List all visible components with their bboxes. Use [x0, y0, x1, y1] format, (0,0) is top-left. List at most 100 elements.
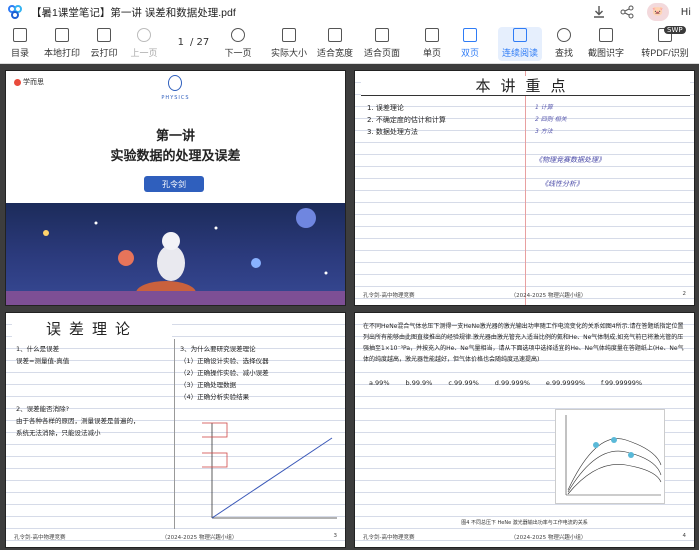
text-line: （3）正确处理数据	[180, 381, 237, 389]
toolbar-prev-page-button[interactable]: 上一页	[122, 28, 166, 59]
pdf-page-2: 本讲重点 1. 误差理论 2. 不确定度的估计和计算 3. 数据处理方法 1 计…	[354, 70, 695, 306]
physics-icon	[168, 75, 182, 91]
power-current-figure	[555, 409, 665, 504]
toolbar-label: 上一页	[130, 48, 158, 58]
footer-mid: （2024-2025 物理兴趣小组）	[510, 293, 587, 299]
toolbar-toc-button[interactable]: 目录	[0, 28, 42, 59]
toolbar-cloud-print-button[interactable]: 云打印	[82, 28, 126, 59]
page-footer: 孔令剑-高中物理竞赛 （2024-2025 物理兴趣小组） 4	[363, 533, 686, 541]
cloud-print-icon	[97, 28, 111, 42]
option: f.99.99999%	[601, 379, 643, 387]
option: e.99.9999%	[545, 379, 586, 387]
text-line: 2、误差能否消除?	[16, 405, 70, 413]
greeting-text: Hi	[680, 6, 691, 18]
brand-logo-icon	[14, 78, 21, 86]
option: b.99.9%	[405, 379, 433, 387]
pdf-page-1: 学而思 PHYSICS 第一讲 实验数据的处理及误差 孔令剑	[5, 70, 346, 306]
toolbar-label: 下一页	[224, 48, 252, 58]
text-line: （2）正确操作实验、减小误差	[180, 369, 269, 377]
topic-item: 2. 不确定度的估计和计算	[367, 116, 446, 124]
column-divider	[174, 339, 175, 529]
user-avatar[interactable]: 🐷	[646, 3, 669, 21]
footer-left: 孔令剑-高中物理竞赛	[14, 535, 66, 541]
toolbar-label: 查找	[554, 48, 573, 58]
right-column: 3、为什么要研究误差理论 （1）正确设计实验、选择仪器 （2）正确操作实验、减小…	[180, 343, 269, 403]
toolbar-next-page-button[interactable]: 下一页	[216, 28, 260, 59]
toolbar-actual-size-button[interactable]: 实际大小	[267, 28, 311, 59]
toolbar-label: 截图识字	[587, 48, 624, 58]
toolbar-fit-width-button[interactable]: 适合宽度	[313, 28, 357, 59]
fit-page-icon	[375, 28, 389, 42]
page-heading: 误差理论	[12, 318, 172, 338]
handwritten-notes: 1 计算 2 四则 相关 3 方法	[535, 102, 567, 138]
toolbar-search-button[interactable]: 查找	[542, 28, 586, 59]
toolbar-label: 双页	[460, 48, 479, 58]
text-line: 3、为什么要研究误差理论	[180, 345, 256, 353]
figure-caption: 图4 不同总压下 HeNe 激光器输出功率与工作电流的关系	[461, 520, 588, 526]
toolbar-double-page-button[interactable]: 双页	[448, 28, 492, 59]
toolbar-label: 目录	[10, 48, 29, 58]
footer-left: 孔令剑-高中物理竞赛	[363, 535, 415, 541]
page-footer: 孔令剑-高中物理竞赛 （2024-2025 物理兴趣小组） 3	[14, 533, 337, 541]
toolbar-label: 连续阅读	[501, 48, 538, 58]
toolbar-label: 适合页面	[363, 48, 400, 58]
continuous-icon	[513, 28, 527, 42]
problem-text: 在不同HeNe混合气体总压下测得一支HeNe激光器的激光输出功率随工作电流变化的…	[363, 323, 684, 363]
document-title: 【暑1课堂笔记】第一讲 误差和数据处理.pdf	[31, 6, 236, 19]
toolbar-label: 本地打印	[43, 48, 80, 58]
menu-icon	[13, 28, 27, 42]
share-icon[interactable]	[619, 4, 635, 20]
text-line: 误差=测量值-真值	[16, 357, 70, 365]
actual-size-icon	[282, 28, 296, 42]
toolbar-label: 适合宽度	[316, 48, 353, 58]
fit-width-icon	[328, 28, 342, 42]
toolbar-continuous-button[interactable]: 连续阅读	[498, 27, 542, 61]
margin-line	[525, 71, 526, 305]
note-line: 1 计算	[535, 104, 553, 111]
brand-text: 学而思	[23, 78, 44, 86]
text-line: （4）正确分析实验结果	[180, 393, 250, 401]
option: c.99.99%	[448, 379, 479, 387]
lecture-title: 实验数据的处理及误差	[110, 149, 241, 164]
prev-page-icon	[137, 28, 151, 42]
toolbar-local-print-button[interactable]: 本地打印	[40, 28, 84, 59]
download-icon[interactable]	[591, 4, 607, 20]
total-pages: / 27	[190, 37, 210, 48]
current-page-input[interactable]: 1	[172, 37, 184, 48]
document-viewer[interactable]: 学而思 PHYSICS 第一讲 实验数据的处理及误差 孔令剑 本讲重点 1. 误…	[0, 64, 699, 550]
note-line: 2 四则 相关	[535, 116, 567, 123]
text-line: 1、什么是误差	[16, 345, 60, 353]
text-line: 系统无法消除，只能设法减小	[16, 429, 101, 437]
pdf-page-4: 在不同HeNe混合气体总压下测得一支HeNe激光器的激光输出功率随工作电流变化的…	[354, 312, 695, 548]
footer-mid: （2024-2025 物理兴趣小组）	[161, 535, 238, 541]
toolbar-fit-page-button[interactable]: 适合页面	[360, 28, 404, 59]
search-icon	[557, 28, 571, 42]
handwritten-book-1: 《物理竞赛数据处理》	[535, 156, 605, 164]
next-page-icon	[231, 28, 245, 42]
app-logo-icon	[8, 4, 23, 20]
pdf-page-3: 误差理论 1、什么是误差 误差=测量值-真值 2、误差能否消除? 由于各种各样的…	[5, 312, 346, 548]
answer-options: a.99% b.99.9% c.99.99% d.99.999% e.99.99…	[369, 379, 642, 387]
page-indicator: 1 / 27	[172, 37, 210, 48]
toolbar-ocr-button[interactable]: 截图识字	[584, 28, 628, 59]
text-line: 由于各种各样的原因，测量误差是普遍的，	[16, 417, 140, 425]
single-page-icon	[425, 28, 439, 42]
toolbar: 目录 本地打印 云打印 上一页 1 / 27 下一页 实际大小 适合宽度 适合页…	[0, 24, 699, 64]
double-page-icon	[463, 28, 477, 42]
topic-item: 1. 误差理论	[367, 104, 404, 112]
footer-left: 孔令剑-高中物理竞赛	[363, 293, 415, 299]
page-footer: 孔令剑-高中物理竞赛 （2024-2025 物理兴趣小组） 2	[363, 291, 686, 299]
handwritten-book-2: 《线性分析》	[541, 180, 583, 188]
page-number: 2	[682, 291, 686, 297]
lecture-number: 第一讲	[155, 129, 195, 144]
toolbar-label: 转PDF/识别	[641, 48, 689, 58]
topic-item: 3. 数据处理方法	[367, 128, 418, 136]
author-badge: 孔令剑	[144, 176, 204, 192]
print-icon	[55, 28, 69, 42]
space-illustration	[6, 203, 345, 305]
page-number: 3	[333, 533, 337, 539]
page-number: 4	[682, 533, 686, 539]
text-line	[16, 391, 140, 403]
option: a.99%	[369, 379, 390, 387]
ocr-icon	[599, 28, 613, 42]
